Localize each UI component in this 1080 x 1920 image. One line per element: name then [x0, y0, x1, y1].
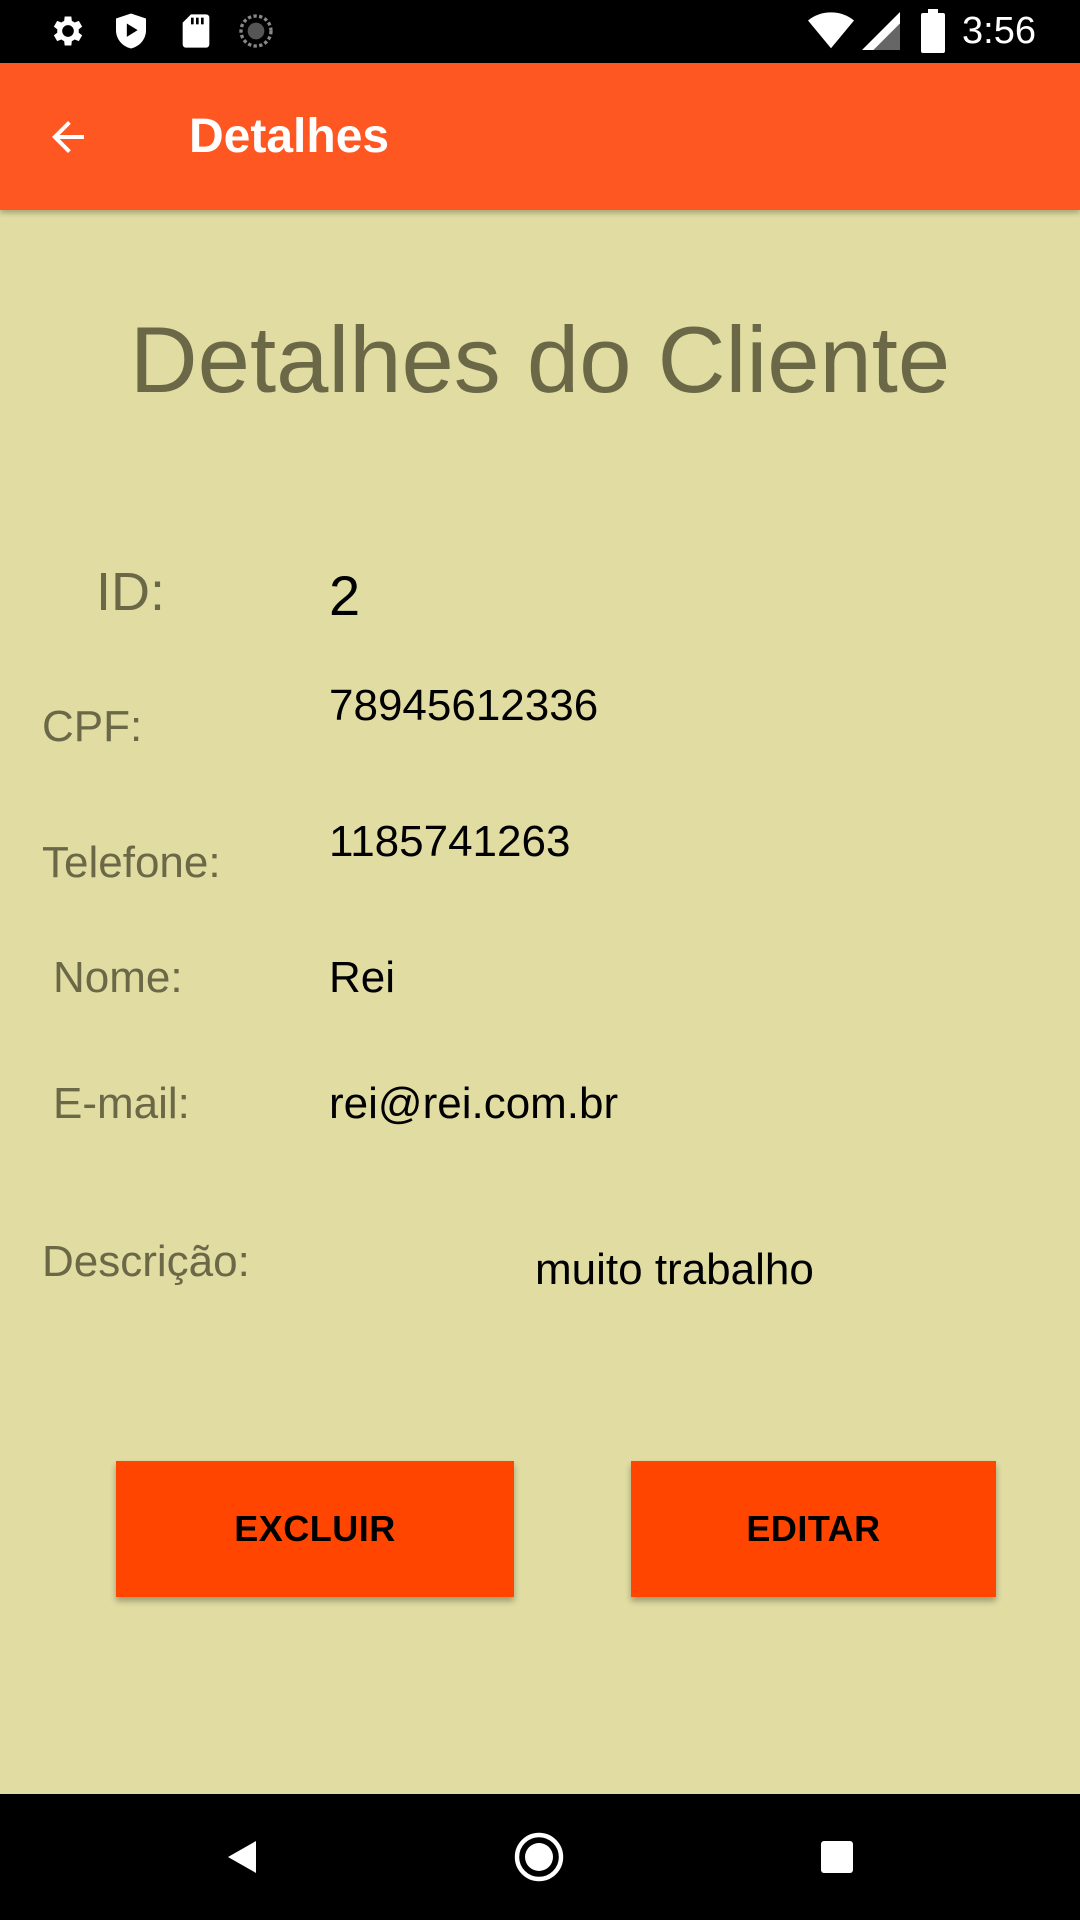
email-label: E-mail:: [53, 1079, 190, 1128]
cell-signal-icon: [862, 12, 900, 50]
gear-icon: [53, 16, 83, 46]
nome-label: Nome:: [53, 953, 183, 1002]
telefone-label: Telefone:: [42, 838, 221, 887]
shield-play-icon: [116, 13, 146, 49]
sd-card-icon: [182, 14, 210, 48]
battery-icon: [921, 9, 945, 53]
excluir-button[interactable]: EXCLUIR: [116, 1461, 514, 1597]
editar-button[interactable]: EDITAR: [631, 1461, 996, 1597]
back-triangle-icon: [228, 1841, 256, 1873]
status-bar: 3:56: [0, 0, 1080, 63]
telefone-value: 1185741263: [329, 817, 571, 866]
id-value: 2: [329, 564, 361, 627]
app-bar: Detalhes: [0, 63, 1080, 210]
email-value: rei@rei.com.br: [329, 1079, 619, 1128]
cpf-value: 78945612336: [329, 681, 599, 730]
clock-time: 3:56: [962, 10, 1036, 52]
nav-home-button[interactable]: [499, 1817, 579, 1897]
cpf-label: CPF:: [42, 702, 143, 751]
home-circle-icon: [514, 1832, 564, 1882]
nav-recents-button[interactable]: [797, 1817, 877, 1897]
back-button[interactable]: [34, 103, 102, 171]
id-label: ID:: [96, 562, 166, 622]
nome-value: Rei: [329, 953, 396, 1002]
descricao-value: muito trabalho: [535, 1245, 814, 1294]
recents-square-icon: [821, 1841, 853, 1873]
nav-back-button[interactable]: [202, 1817, 282, 1897]
page-title: Detalhes do Cliente: [129, 307, 951, 412]
app-bar-title: Detalhes: [189, 110, 390, 163]
sync-circle-icon: [239, 14, 273, 48]
navigation-bar: [0, 1794, 1080, 1920]
wifi-icon: [808, 12, 854, 49]
descricao-label: Descrição:: [42, 1237, 250, 1286]
arrow-left-icon: [52, 121, 84, 153]
